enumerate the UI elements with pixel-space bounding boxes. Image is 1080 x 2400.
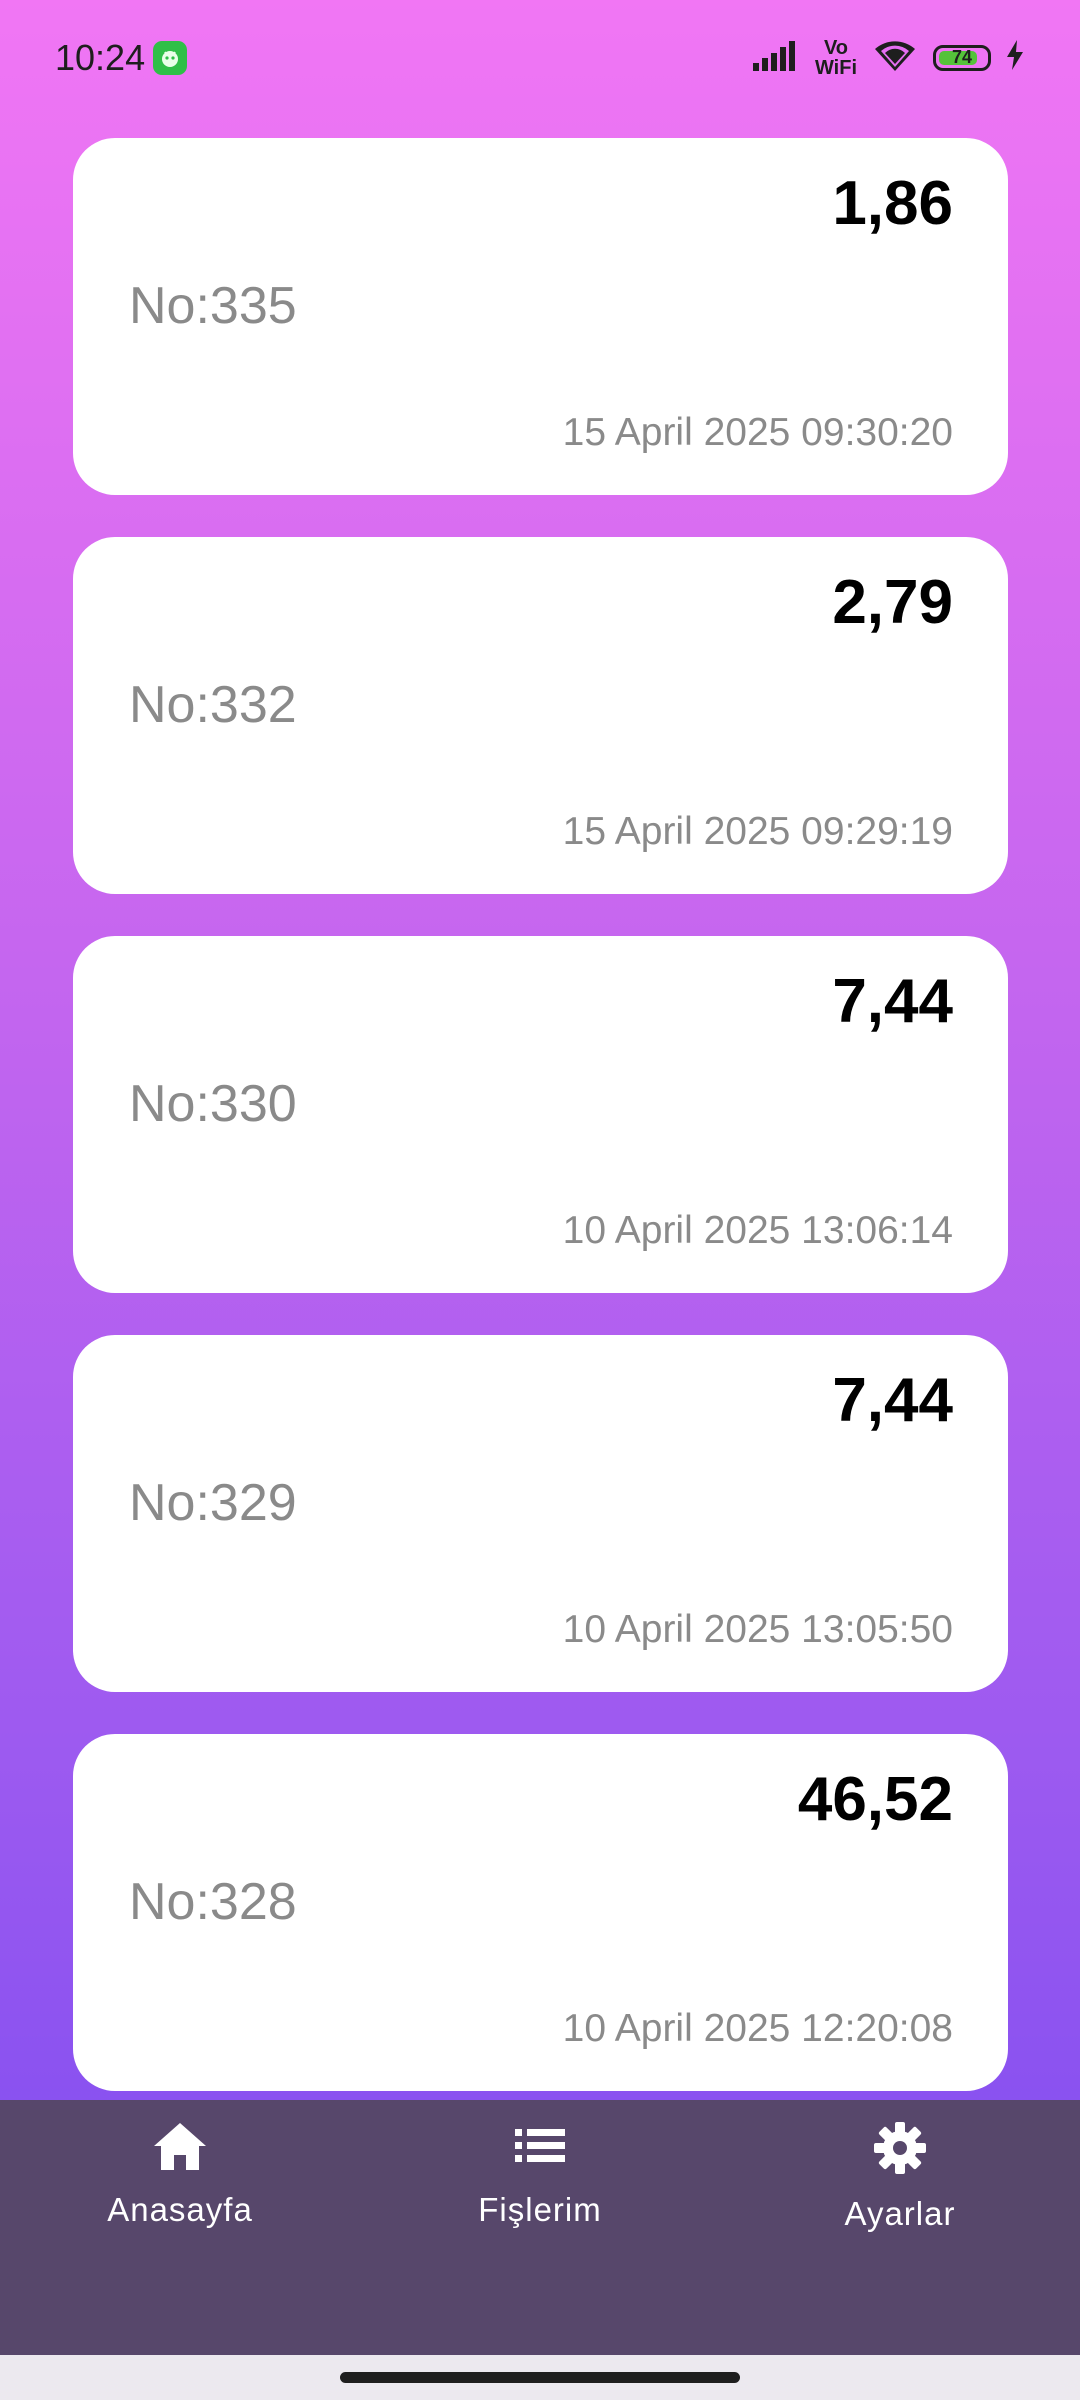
receipt-card[interactable]: 7,44 No:329 10 April 2025 13:05:50	[73, 1335, 1008, 1692]
receipt-number: No:330	[129, 1075, 297, 1133]
gear-icon	[872, 2120, 928, 2181]
home-icon	[152, 2120, 208, 2177]
vowifi-top: Vo	[823, 36, 849, 59]
receipt-number: No:332	[129, 676, 297, 734]
receipt-card[interactable]: 2,79 No:332 15 April 2025 09:29:19	[73, 537, 1008, 894]
home-gesture-bar[interactable]	[340, 2372, 740, 2383]
receipt-card[interactable]: 1,86 No:335 15 April 2025 09:30:20	[73, 138, 1008, 495]
nav-label-settings: Ayarlar	[844, 2195, 956, 2232]
receipt-date: 10 April 2025 12:20:08	[562, 2007, 953, 2050]
receipt-date: 10 April 2025 13:05:50	[562, 1608, 953, 1651]
nav-label-home: Anasayfa	[107, 2191, 253, 2228]
nav-item-home[interactable]: Anasayfa	[55, 2120, 305, 2229]
status-bar: 10:24 Vo WiFi 74	[0, 0, 1080, 115]
receipt-date: 15 April 2025 09:30:20	[562, 411, 953, 454]
receipt-number: No:329	[129, 1474, 297, 1532]
battery-indicator: 74	[933, 44, 991, 71]
vowifi-bottom: WiFi	[814, 56, 857, 79]
receipt-card[interactable]: 7,44 No:330 10 April 2025 13:06:14	[73, 936, 1008, 1293]
nav-label-receipts: Fişlerim	[478, 2191, 602, 2228]
battery-level: 74	[951, 47, 973, 67]
receipt-list: 1,86 No:335 15 April 2025 09:30:20 2,79 …	[73, 138, 1008, 2133]
receipt-date: 10 April 2025 13:06:14	[562, 1209, 953, 1252]
app-notification-icon	[153, 40, 188, 75]
nav-item-receipts[interactable]: Fişlerim	[415, 2120, 665, 2229]
list-icon	[512, 2120, 568, 2177]
wifi-icon	[871, 37, 919, 78]
gesture-area	[0, 2355, 1080, 2400]
receipt-number: No:335	[129, 277, 297, 335]
vowifi-indicator: Vo WiFi	[815, 38, 857, 78]
clock: 10:24	[55, 36, 146, 78]
receipt-amount: 1,86	[832, 169, 953, 238]
receipt-date: 15 April 2025 09:29:19	[562, 810, 953, 853]
charging-icon	[1005, 40, 1025, 75]
receipt-number: No:328	[129, 1873, 297, 1931]
receipt-amount: 7,44	[832, 967, 953, 1036]
status-right: Vo WiFi 74	[751, 37, 1025, 78]
receipt-card[interactable]: 46,52 No:328 10 April 2025 12:20:08	[73, 1734, 1008, 2091]
signal-icon	[751, 39, 801, 76]
receipt-amount: 46,52	[797, 1765, 953, 1834]
receipt-amount: 7,44	[832, 1366, 953, 1435]
bottom-navigation: Anasayfa Fişlerim Ayarlar	[0, 2100, 1080, 2355]
status-left: 10:24	[55, 36, 188, 79]
receipt-amount: 2,79	[832, 568, 953, 637]
nav-item-settings[interactable]: Ayarlar	[775, 2120, 1025, 2233]
